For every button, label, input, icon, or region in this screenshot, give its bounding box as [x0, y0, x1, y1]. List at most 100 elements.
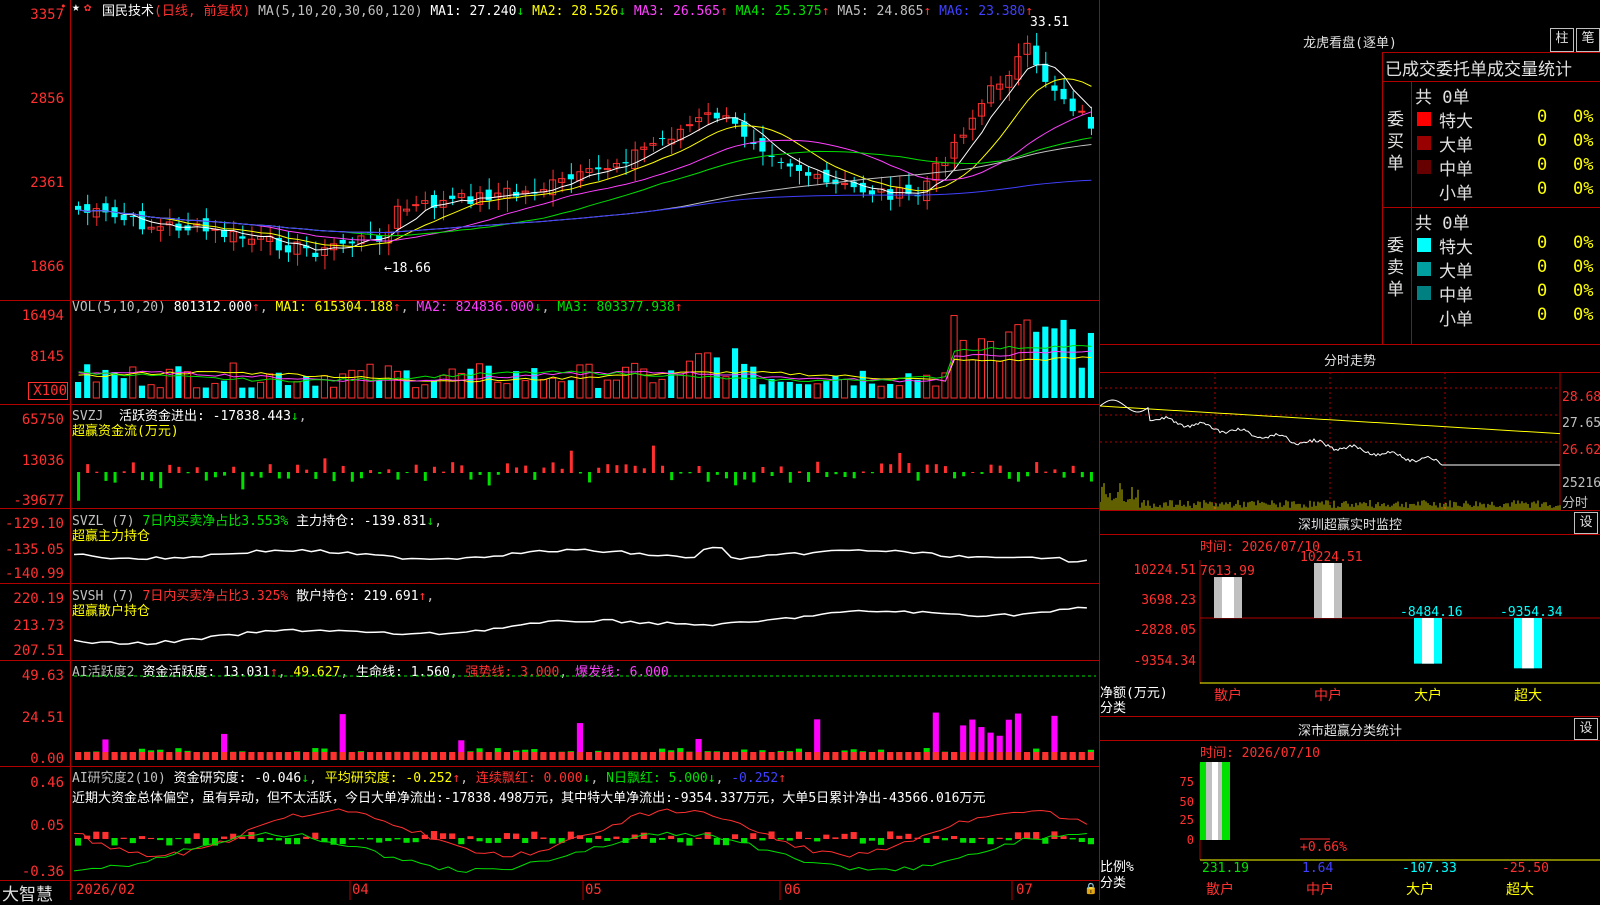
- sz-bar-highlight: [1322, 563, 1334, 618]
- svzj-bar: [469, 472, 473, 480]
- cls-category-label: 超大: [1506, 882, 1534, 898]
- sz-bar-highlight: [1522, 618, 1534, 669]
- ai2-bar: [713, 838, 720, 845]
- svzj-bar: [487, 472, 491, 486]
- ai1-base-bar: [1078, 752, 1085, 760]
- svzj-bar: [369, 470, 373, 473]
- ai1-base-bar: [522, 752, 529, 760]
- ai1-base-bar: [558, 752, 565, 760]
- vol-bar: [211, 382, 219, 399]
- svzj-bar: [797, 471, 801, 473]
- right-panel: 龙虎看盘(逐单) 柱 笔 已成交委托单成交量统计 委买单 委卖单 共 0单 特大…: [1100, 0, 1600, 900]
- candle: [485, 189, 492, 201]
- sz-unit2: 分类: [1100, 701, 1127, 716]
- ai2-bar: [1005, 838, 1012, 841]
- chart-area[interactable]: ★ ✿ • 国民技术(日线, 前复权) MA(5,10,20,30,60,120…: [0, 0, 1100, 905]
- svzj-bar: [77, 472, 81, 501]
- minute-chart[interactable]: [1100, 372, 1600, 510]
- ai2-bar: [1014, 832, 1021, 839]
- cls-stats-chart[interactable]: 75 50 25 0 +0.66% 231.19 散户 1.64 中户 -107.33 大户 -25.…: [1100, 740, 1600, 900]
- vol-bar: [348, 369, 356, 399]
- svzj-bar: [122, 471, 126, 473]
- ai1-base-bar: [75, 752, 82, 760]
- candle: [659, 138, 666, 140]
- svzj-bar: [606, 464, 610, 473]
- sz-axis-label: -2828.05: [1133, 623, 1196, 638]
- vol-bar: [868, 383, 875, 398]
- ai1-base-bar: [586, 752, 593, 760]
- minute-axis-label: 26.62: [1562, 443, 1600, 458]
- ai2-bar: [987, 838, 994, 845]
- ai1-base-bar: [513, 752, 520, 760]
- vol-bar: [850, 385, 857, 398]
- stock-charts[interactable]: 33.51 ←18.66: [0, 0, 1100, 900]
- vol-bar: [330, 386, 338, 399]
- ai1-base-bar: [978, 752, 985, 760]
- svzj-bar: [542, 467, 546, 473]
- ai1-base-bar: [148, 752, 155, 760]
- buy-color-swatch: [1417, 184, 1431, 198]
- vol-bar: [102, 369, 109, 398]
- ai1-base-bar: [93, 752, 100, 760]
- candle: [120, 214, 127, 221]
- cls-settings-button[interactable]: 设: [1574, 718, 1598, 740]
- ai1-base-bar: [129, 752, 136, 760]
- sz-monitor-chart[interactable]: 10224.51 3698.23 -2828.05 -9354.34 7613.99 散户…: [1100, 534, 1600, 714]
- candle: [685, 124, 693, 127]
- svzj-bar: [715, 472, 719, 475]
- buy-color-swatch: [1417, 112, 1431, 126]
- candle: [759, 138, 766, 152]
- vol-bar: [741, 363, 748, 398]
- svzj-bar: [314, 472, 318, 479]
- ai1-base-bar: [951, 752, 958, 760]
- sz-settings-button[interactable]: 设: [1574, 512, 1598, 534]
- ai1-base-bar: [777, 752, 784, 760]
- vol-bar: [1087, 332, 1094, 398]
- vol-bar: [567, 380, 574, 398]
- svzj-bar: [432, 466, 436, 473]
- vol-bar: [823, 381, 830, 398]
- sz-axis-label: 3698.23: [1141, 593, 1196, 608]
- ai2-bar: [1060, 836, 1067, 839]
- ai2-bar: [440, 833, 447, 839]
- vol-bar: [685, 360, 693, 399]
- column-mode-button[interactable]: 柱: [1550, 28, 1574, 52]
- ai2-bar: [850, 832, 857, 839]
- ai1-base-bar: [713, 752, 720, 760]
- ai1-base-bar: [531, 752, 538, 760]
- low-price-label: ←18.66: [384, 261, 431, 276]
- stroke-mode-button[interactable]: 笔: [1576, 28, 1600, 52]
- buy-row: 特大 0 0%: [1413, 107, 1600, 132]
- ai1-base-bar: [795, 752, 802, 760]
- vol-bar: [111, 372, 118, 398]
- sell-color-swatch: [1417, 262, 1431, 276]
- sz-category-label: 超大: [1514, 688, 1542, 704]
- svzj-bar: [953, 472, 957, 479]
- ai1-base-bar: [1042, 752, 1049, 760]
- ai1-base-bar: [759, 752, 766, 760]
- buy-name: 小单: [1439, 184, 1473, 204]
- svzj-bar: [1053, 469, 1057, 473]
- candle: [1078, 110, 1086, 113]
- ai2-bar: [221, 836, 228, 839]
- ai2-bar: [367, 838, 374, 840]
- svzj-bar: [268, 464, 272, 473]
- vol-bar: [576, 364, 584, 399]
- ai1-base-bar: [120, 752, 127, 760]
- sell-name: 特大: [1439, 238, 1473, 258]
- ai1-base-bar: [1024, 752, 1031, 760]
- sz-category-label: 中户: [1314, 687, 1342, 704]
- ai1-base-bar: [887, 752, 894, 760]
- sz-axis-label: -9354.34: [1133, 654, 1196, 669]
- ai2-bar: [859, 838, 866, 844]
- candle: [713, 112, 720, 119]
- buy-count: 0: [1537, 155, 1548, 175]
- ai2-bar: [193, 833, 200, 839]
- ai2-bar: [449, 833, 456, 839]
- cls-axis-label: 25: [1180, 813, 1194, 827]
- vol-bar: [202, 387, 209, 398]
- vol-bar: [193, 387, 201, 399]
- sell-pct: 0%: [1573, 305, 1594, 325]
- vol-bar: [1042, 326, 1049, 398]
- ai1-base-bar: [412, 752, 419, 760]
